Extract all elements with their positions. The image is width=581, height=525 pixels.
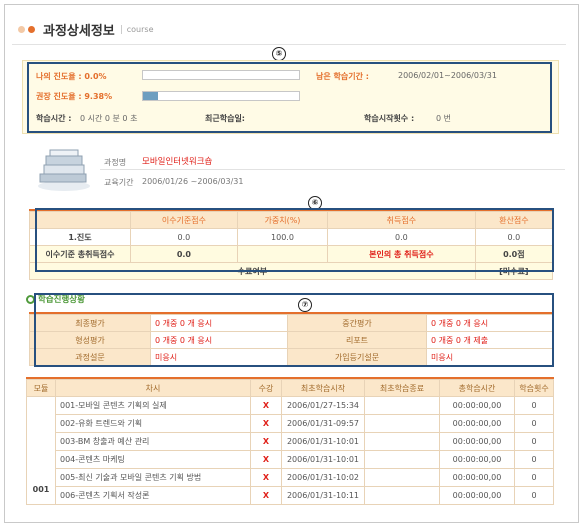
- course-period-label: 교육기간: [104, 178, 134, 187]
- lesson-total: 00:00:00,00: [439, 450, 515, 469]
- course-period-value: 2006/01/26 ~2006/03/31: [142, 177, 244, 186]
- lesson-attend-mark: X: [250, 486, 282, 505]
- lesson-module: 001: [26, 396, 56, 505]
- lesson-row[interactable]: 001 001-모바일 콘텐츠 기획의 실제 X 2006/01/27-15:3…: [26, 396, 554, 505]
- lesson-title[interactable]: 001-모바일 콘텐츠 기획의 실제: [55, 396, 251, 415]
- lesson-row[interactable]: 003-BM 창출과 예산 관리 X 2006/01/31-10:01 00:0…: [27, 432, 554, 451]
- lesson-end: [364, 468, 440, 487]
- lesson-count: 0: [514, 450, 554, 469]
- lesson-attend-mark: X: [250, 468, 282, 487]
- lesson-attend-mark: X: [250, 414, 282, 433]
- lesson-title[interactable]: 002-유화 트렌드와 기획: [55, 414, 251, 433]
- lesson-start: 2006/01/31-10:02: [281, 468, 365, 487]
- annotation-box-5: [27, 62, 552, 133]
- lesson-total: 00:00:00,00: [439, 432, 515, 451]
- bullet-dark-icon: [28, 25, 35, 33]
- lesson-count: 0: [514, 414, 554, 433]
- lesson-attend-mark: X: [250, 432, 282, 451]
- lessons-header-module: 모듈: [26, 379, 56, 397]
- lesson-attend-mark: X: [250, 450, 282, 469]
- course-info-divider: [100, 169, 565, 170]
- header-divider: [12, 44, 566, 45]
- lesson-end: [364, 396, 440, 415]
- lesson-total: 00:00:00,00: [439, 396, 515, 415]
- lessons-header-total: 총학습시간: [439, 379, 515, 397]
- lesson-title[interactable]: 006-콘텐츠 기획서 작성론: [55, 486, 251, 505]
- lesson-start: 2006/01/31-10:11: [281, 486, 365, 505]
- lessons-header-end: 최초학습종료: [364, 379, 440, 397]
- lesson-row[interactable]: 005-최신 기술과 모바일 콘텐츠 기획 방법 X 2006/01/31-10…: [27, 468, 554, 487]
- lessons-header-attend: 수강: [250, 379, 282, 397]
- lesson-title[interactable]: 004-콘텐츠 마케팅: [55, 450, 251, 469]
- lesson-end: [364, 486, 440, 505]
- lesson-title[interactable]: 005-최신 기술과 모바일 콘텐츠 기획 방법: [55, 468, 251, 487]
- lesson-end: [364, 432, 440, 451]
- lesson-total: 00:00:00,00: [439, 468, 515, 487]
- lesson-row[interactable]: 006-콘텐츠 기획서 작성론 X 2006/01/31-10:11 00:00…: [27, 486, 554, 505]
- lessons-header-start: 최초학습시작: [281, 379, 365, 397]
- annotation-box-7: [34, 293, 554, 367]
- lesson-count: 0: [514, 468, 554, 487]
- lesson-end: [364, 414, 440, 433]
- bullet-light-icon: [18, 25, 25, 33]
- lesson-start: 2006/01/31-10:01: [281, 450, 365, 469]
- lesson-row[interactable]: 002-유화 트렌드와 기획 X 2006/01/31-09:57 00:00:…: [27, 414, 554, 433]
- lesson-start: 2006/01/31-09:57: [281, 414, 365, 433]
- lesson-start: 2006/01/27-15:34: [281, 396, 365, 415]
- page-header: 과정상세정보 course: [18, 18, 154, 40]
- lesson-end: [364, 450, 440, 469]
- marker-5: ⑤: [272, 47, 286, 61]
- lesson-title[interactable]: 003-BM 창출과 예산 관리: [55, 432, 251, 451]
- lesson-count: 0: [514, 432, 554, 451]
- lesson-total: 00:00:00,00: [439, 486, 515, 505]
- annotation-box-6: [35, 208, 554, 272]
- lessons-header-session: 차시: [55, 379, 251, 397]
- page-title: 과정상세정보: [43, 23, 115, 39]
- course-name-label: 과정명: [104, 158, 127, 167]
- lesson-count: 0: [514, 396, 554, 415]
- lesson-row[interactable]: 004-콘텐츠 마케팅 X 2006/01/31-10:01 00:00:00,…: [27, 450, 554, 469]
- lessons-table: 모듈 차시 수강 최초학습시작 최초학습종료 총학습시간 학습횟수 001 00…: [26, 379, 554, 505]
- lesson-total: 00:00:00,00: [439, 414, 515, 433]
- lesson-attend-mark: X: [250, 396, 282, 415]
- lesson-count: 0: [514, 486, 554, 505]
- page-subtitle: course: [120, 24, 154, 34]
- course-books-image: [34, 148, 92, 192]
- lesson-start: 2006/01/31-10:01: [281, 432, 365, 451]
- lessons-header-count: 학습횟수: [514, 379, 554, 397]
- course-name-value: 모바일인터넷워크숍: [142, 157, 213, 167]
